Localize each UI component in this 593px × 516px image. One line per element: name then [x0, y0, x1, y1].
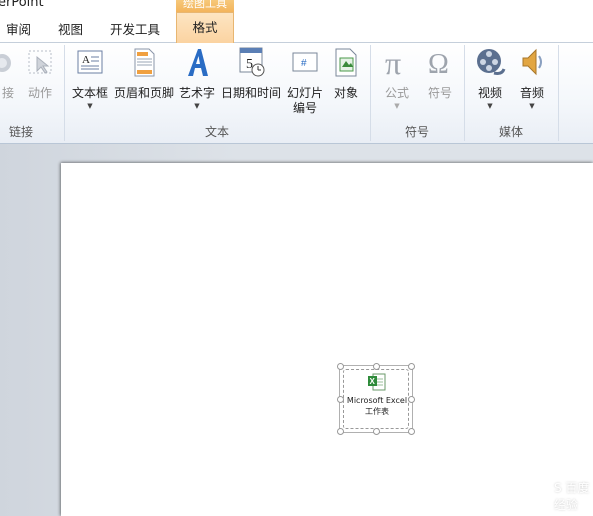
equation-button[interactable]: π 公式 ▼: [380, 45, 414, 110]
wordart-button[interactable]: 艺术字 ▼: [178, 45, 216, 110]
watermark: S 百度经验: [554, 481, 590, 512]
svg-text:Ω: Ω: [428, 49, 449, 79]
object-button[interactable]: 对象: [330, 45, 362, 101]
dropdown-arrow-icon: ▼: [87, 102, 93, 110]
ribbon-tabs: 审阅 视图 开发工具: [0, 12, 593, 43]
group-separator: [558, 45, 559, 141]
textbox-label: 文本框: [71, 86, 108, 100]
object-label: 对象: [333, 86, 358, 100]
object-name-line2: 工作表: [365, 407, 389, 416]
slide-canvas[interactable]: X Microsoft Excel 工作表 S 百度经验: [61, 163, 593, 516]
dropdown-arrow-icon: ▼: [194, 102, 200, 110]
resize-handle[interactable]: [408, 428, 415, 435]
pi-icon: π: [385, 45, 401, 79]
symbol-label: 符号: [427, 86, 452, 100]
tab-review[interactable]: 审阅: [6, 19, 31, 38]
svg-text:#: #: [301, 58, 307, 69]
resize-handle[interactable]: [337, 363, 344, 370]
slide-number-button[interactable]: # 幻灯片 编号: [285, 45, 325, 116]
header-footer-icon: [134, 48, 155, 77]
date-time-button[interactable]: 5 日期和时间: [219, 45, 283, 101]
wordart-icon: [188, 49, 208, 76]
object-name-line1: Microsoft Excel: [346, 396, 408, 405]
group-label-symbols: 符号: [404, 125, 429, 139]
resize-handle[interactable]: [408, 363, 415, 370]
app-title: erPoint: [0, 0, 44, 10]
context-tab-header: 绘图工具: [176, 0, 234, 12]
dropdown-arrow-icon: ▼: [394, 102, 400, 110]
action-label: 动作: [27, 86, 52, 100]
svg-text:A: A: [82, 54, 90, 66]
header-footer-button[interactable]: 页眉和页脚: [113, 45, 175, 101]
slide-workspace: X Microsoft Excel 工作表 S 百度经验: [0, 144, 593, 516]
audio-label: 音频: [519, 86, 544, 100]
action-icon: [28, 50, 52, 74]
wordart-label: 艺术字: [178, 86, 215, 100]
tab-format[interactable]: 格式: [176, 12, 234, 43]
header-footer-label: 页眉和页脚: [113, 86, 174, 100]
calendar-clock-icon: 5: [239, 47, 265, 77]
date-time-label: 日期和时间: [220, 86, 281, 100]
film-reel-icon: [477, 49, 506, 75]
tab-developer[interactable]: 开发工具: [110, 19, 160, 38]
tab-view[interactable]: 视图: [58, 19, 83, 38]
resize-handle[interactable]: [337, 428, 344, 435]
svg-text:X: X: [370, 377, 376, 386]
slide-number-icon: #: [292, 52, 318, 72]
audio-button[interactable]: 音频 ▼: [516, 45, 548, 110]
video-button[interactable]: 视频 ▼: [472, 45, 508, 110]
group-label-links: 链接: [8, 125, 33, 139]
ribbon: 接 动作 链接 A 文本框 ▼ 页眉和页脚 艺术字 ▼ 5 日期和时间 # 幻灯…: [0, 43, 593, 144]
svg-text:π: π: [385, 45, 401, 79]
textbox-icon: A: [77, 50, 103, 74]
title-bar: erPoint: [0, 0, 593, 12]
omega-icon: Ω: [428, 49, 449, 79]
slide-number-label-line1: 幻灯片: [286, 86, 323, 100]
insert-object-icon: [335, 48, 357, 77]
hyperlink-label: 接: [1, 86, 14, 100]
video-label: 视频: [477, 86, 502, 100]
group-label-text: 文本: [204, 125, 229, 139]
hyperlink-button[interactable]: 接: [0, 45, 20, 101]
equation-label: 公式: [384, 86, 409, 100]
excel-icon: X: [368, 373, 386, 391]
dropdown-arrow-icon: ▼: [487, 102, 493, 110]
slide-number-label-line2: 编号: [292, 101, 317, 115]
embedded-excel-object[interactable]: X Microsoft Excel 工作表: [337, 363, 415, 435]
textbox-button[interactable]: A 文本框 ▼: [70, 45, 110, 110]
group-label-media: 媒体: [498, 125, 523, 139]
symbol-button[interactable]: Ω 符号: [424, 45, 456, 101]
action-button[interactable]: 动作: [24, 45, 56, 101]
speaker-icon: [522, 48, 542, 76]
resize-handle[interactable]: [373, 363, 380, 370]
hyperlink-icon: [0, 54, 11, 72]
dropdown-arrow-icon: ▼: [529, 102, 535, 110]
resize-handle[interactable]: [373, 428, 380, 435]
